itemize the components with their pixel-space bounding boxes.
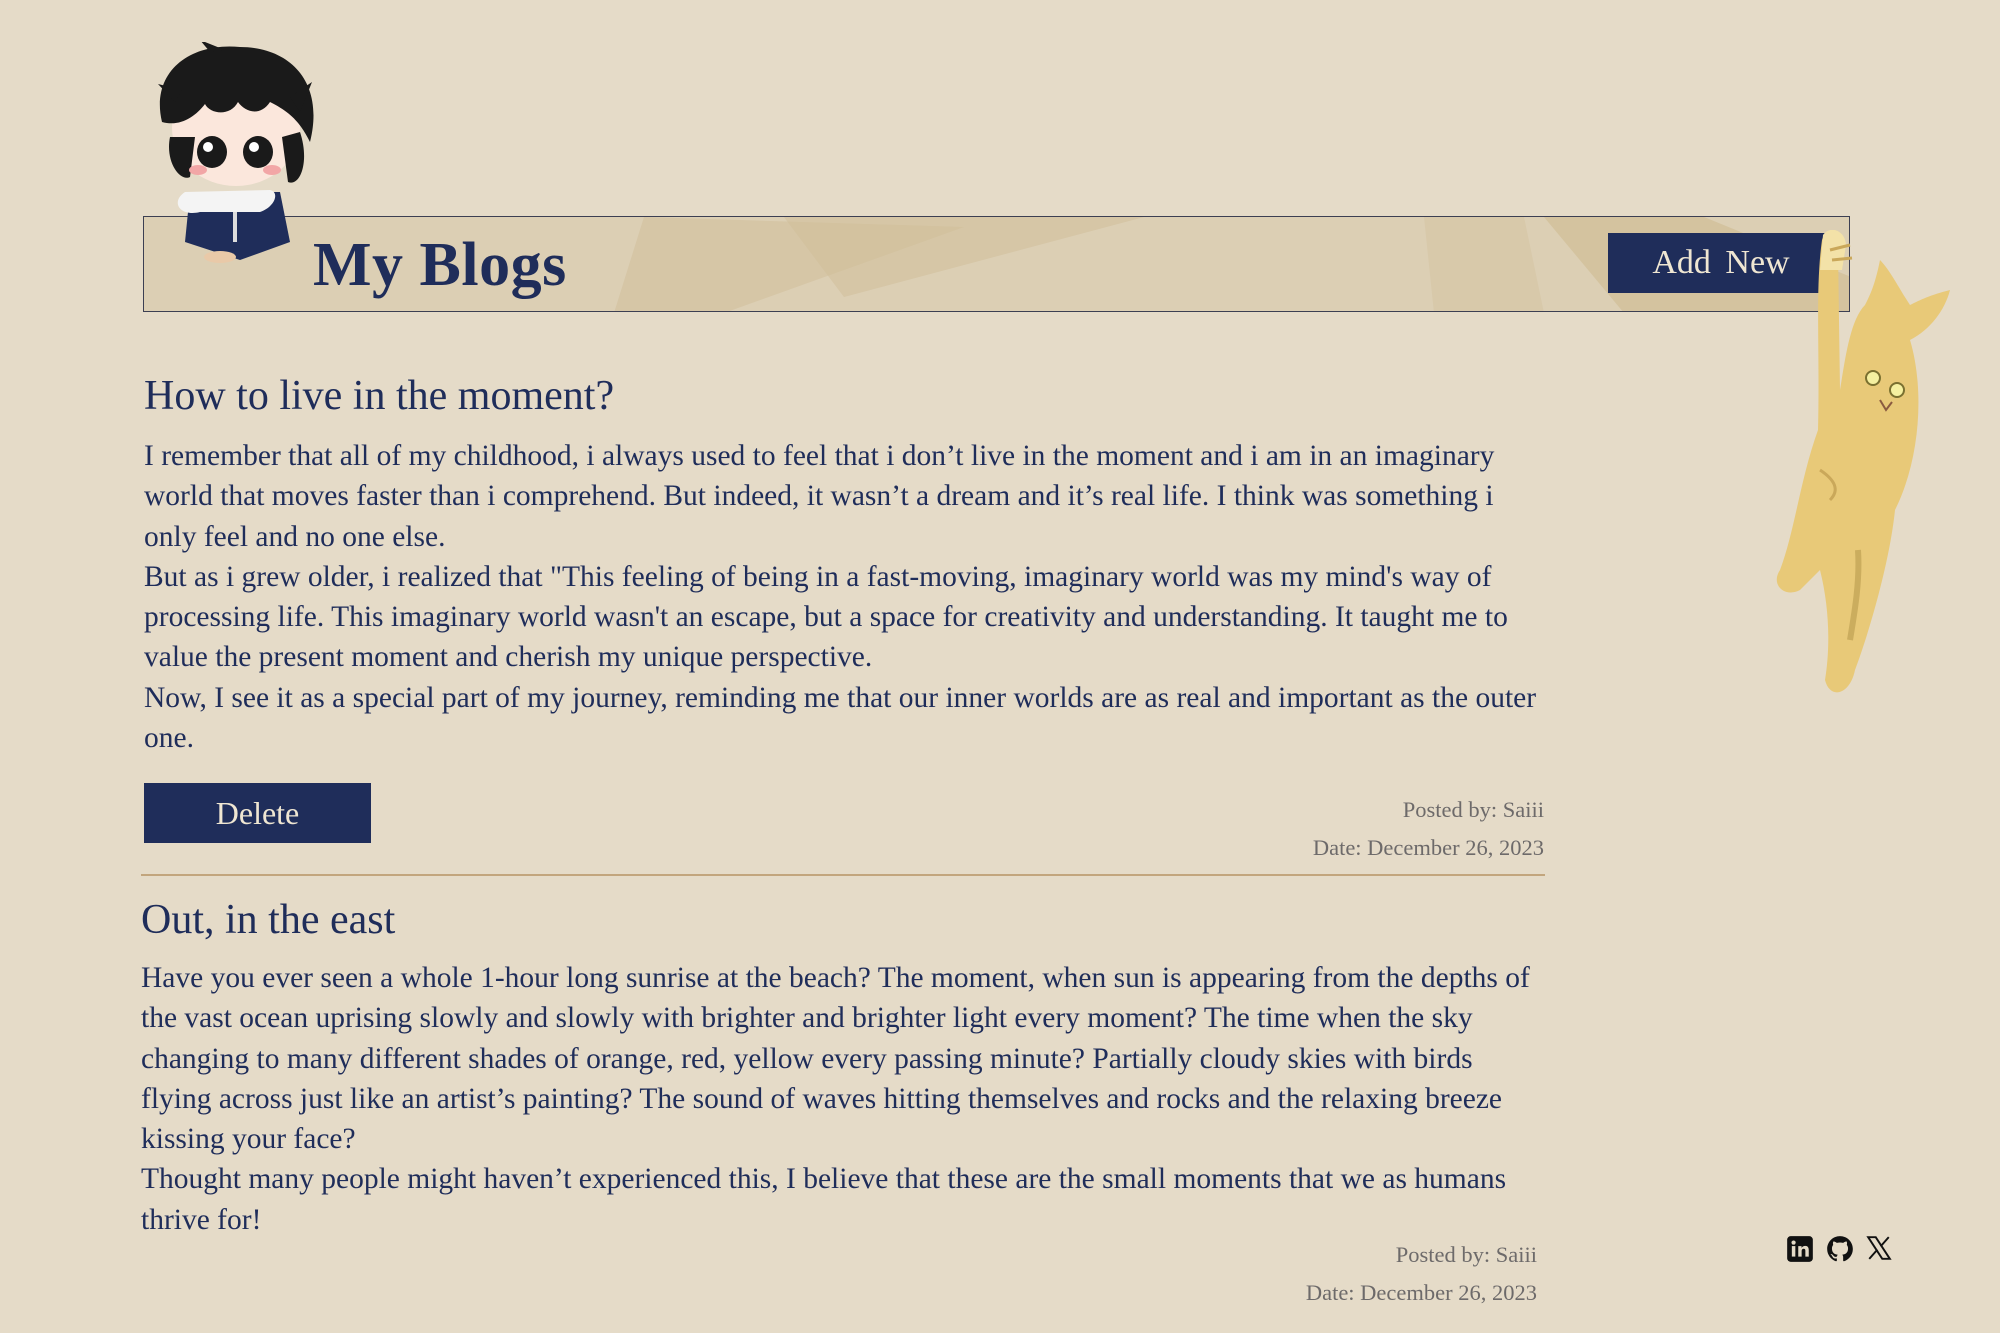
x-icon[interactable]	[1866, 1235, 1894, 1263]
post-date: Date: December 26, 2023	[1305, 1280, 1537, 1305]
post-title: How to live in the moment?	[144, 373, 615, 419]
page-title: My Blogs	[313, 231, 567, 299]
post-meta: Posted by: Saiii Date: December 26, 2023	[1313, 791, 1544, 867]
post-paragraph: Have you ever seen a whole 1-hour long s…	[141, 962, 1530, 1156]
post-paragraph: I remember that all of my childhood, i a…	[144, 440, 1495, 553]
post-date: Date: December 26, 2023	[1312, 835, 1544, 860]
post-divider	[141, 874, 1545, 876]
post-paragraph: Now, I see it as a special part of my jo…	[144, 681, 1537, 755]
post-body: Have you ever seen a whole 1-hour long s…	[141, 958, 1541, 1240]
posted-by: Posted by: Saiii	[1395, 1242, 1537, 1267]
post-paragraph: But as i grew older, i realized that "Th…	[144, 560, 1508, 674]
blog-post: Out, in the east Have you ever seen a wh…	[141, 892, 1541, 1312]
linkedin-icon[interactable]	[1786, 1235, 1814, 1263]
post-meta: Posted by: Saiii Date: December 26, 2023	[1306, 1236, 1537, 1312]
hanging-cat-illustration	[1776, 230, 1950, 693]
posted-by: Posted by: Saiii	[1402, 797, 1544, 822]
chibi-boy-illustration	[158, 42, 314, 263]
github-icon[interactable]	[1826, 1235, 1854, 1263]
blog-post: How to live in the moment? I remember th…	[144, 368, 1544, 878]
post-title: Out, in the east	[141, 897, 396, 943]
post-paragraph: Thought many people might haven’t experi…	[141, 1163, 1507, 1236]
delete-button[interactable]: Delete	[144, 783, 371, 843]
social-links	[1786, 1235, 1894, 1263]
header-bar: My Blogs	[143, 216, 1850, 312]
post-body: I remember that all of my childhood, i a…	[144, 436, 1544, 758]
